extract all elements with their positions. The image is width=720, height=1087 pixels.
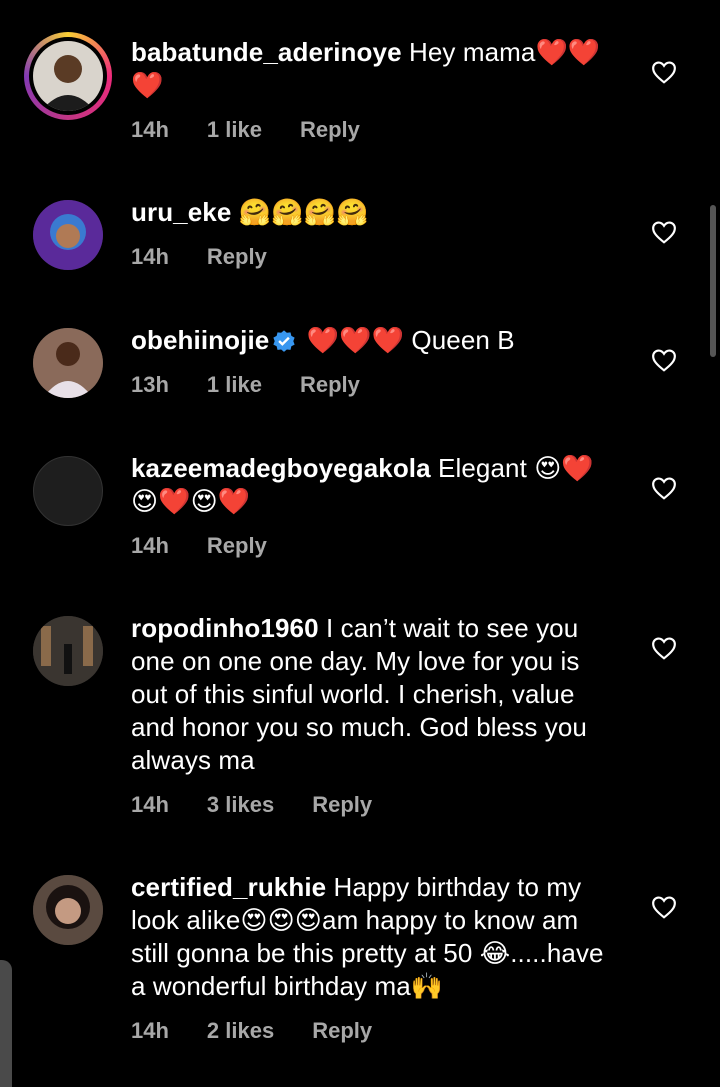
scrollbar[interactable] bbox=[710, 205, 716, 357]
comment-likes[interactable]: 2 likes bbox=[207, 1018, 274, 1043]
comment-body: obehiinojie ❤️❤️❤️ Queen B bbox=[131, 324, 611, 357]
avatar[interactable] bbox=[33, 616, 103, 686]
comment-time: 14h bbox=[131, 244, 169, 269]
reply-button[interactable]: Reply bbox=[300, 117, 360, 142]
comment-text: ❤️❤️❤️ Queen B bbox=[299, 325, 515, 355]
comment-meta: 14h 3 likes Reply bbox=[131, 792, 410, 818]
comment-username[interactable]: babatunde_aderinoye bbox=[131, 37, 402, 67]
comment-likes[interactable]: 1 like bbox=[207, 372, 262, 397]
comment-username[interactable]: uru_eke bbox=[131, 197, 231, 227]
reply-button[interactable]: Reply bbox=[300, 372, 360, 397]
heart-outline-icon[interactable] bbox=[651, 636, 677, 660]
edge-handle[interactable] bbox=[0, 960, 12, 1087]
comment-time: 14h bbox=[131, 1018, 169, 1043]
avatar[interactable] bbox=[33, 875, 103, 945]
comment-username[interactable]: obehiinojie bbox=[131, 325, 269, 355]
comment-body: certified_rukhie Happy birthday to my lo… bbox=[131, 871, 611, 1003]
comment-text: 🤗🤗🤗🤗 bbox=[231, 197, 369, 227]
comment-username[interactable]: certified_rukhie bbox=[131, 872, 326, 902]
heart-outline-icon[interactable] bbox=[651, 895, 677, 919]
avatar[interactable] bbox=[33, 456, 103, 526]
comment-body: babatunde_aderinoye Hey mama❤️❤️❤️ bbox=[131, 36, 611, 102]
heart-outline-icon[interactable] bbox=[651, 476, 677, 500]
heart-outline-icon[interactable] bbox=[651, 60, 677, 84]
verified-badge-icon bbox=[273, 330, 295, 352]
comment-meta: 14h 1 like Reply bbox=[131, 117, 398, 143]
reply-button[interactable]: Reply bbox=[207, 244, 267, 269]
avatar-story-ring[interactable] bbox=[24, 32, 112, 120]
avatar-inner bbox=[29, 37, 107, 115]
comment-meta: 14h Reply bbox=[131, 533, 305, 559]
reply-button[interactable]: Reply bbox=[207, 533, 267, 558]
reply-button[interactable]: Reply bbox=[312, 792, 372, 817]
comment-likes[interactable]: 3 likes bbox=[207, 792, 274, 817]
comment-time: 14h bbox=[131, 792, 169, 817]
comment-meta: 14h 2 likes Reply bbox=[131, 1018, 410, 1044]
avatar[interactable] bbox=[33, 328, 103, 398]
avatar bbox=[33, 41, 103, 111]
comment-body: ropodinho1960 I can’t wait to see you on… bbox=[131, 612, 611, 777]
comment-time: 14h bbox=[131, 533, 169, 558]
heart-outline-icon[interactable] bbox=[651, 348, 677, 372]
comment-body: uru_eke 🤗🤗🤗🤗 bbox=[131, 196, 611, 229]
reply-button[interactable]: Reply bbox=[312, 1018, 372, 1043]
comment-time: 13h bbox=[131, 372, 169, 397]
comment-meta: 13h 1 like Reply bbox=[131, 372, 398, 398]
comment-meta: 14h Reply bbox=[131, 244, 305, 270]
comment-username[interactable]: kazeemadegboyegakola bbox=[131, 453, 431, 483]
comment-username[interactable]: ropodinho1960 bbox=[131, 613, 319, 643]
comment-time: 14h bbox=[131, 117, 169, 142]
heart-outline-icon[interactable] bbox=[651, 220, 677, 244]
comment-body: kazeemadegboyegakola Elegant 😍❤️😍❤️😍❤️ bbox=[131, 452, 611, 518]
comment-likes[interactable]: 1 like bbox=[207, 117, 262, 142]
avatar[interactable] bbox=[33, 200, 103, 270]
